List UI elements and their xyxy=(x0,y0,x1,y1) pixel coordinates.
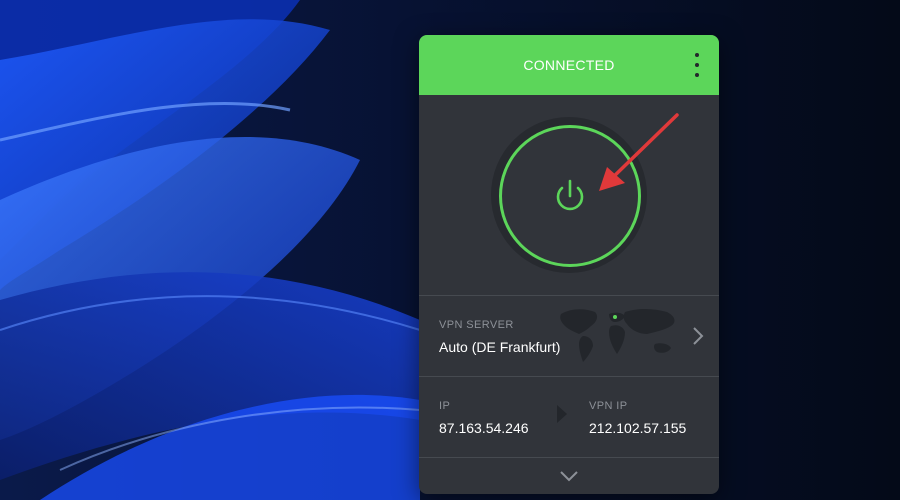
arrow-right-icon xyxy=(557,405,567,423)
expand-toggle[interactable] xyxy=(419,458,719,494)
world-map xyxy=(560,309,675,362)
vpn-app-window: CONNECTED VPN SERVER Auto (DE Frankfurt) xyxy=(419,35,719,494)
ip-value: 87.163.54.246 xyxy=(439,420,529,436)
status-header: CONNECTED xyxy=(419,35,719,95)
chevron-down-icon xyxy=(560,471,578,482)
vpn-server-label: VPN SERVER xyxy=(439,319,514,331)
connection-status: CONNECTED xyxy=(523,57,615,73)
power-area xyxy=(419,95,719,296)
chevron-right-icon xyxy=(693,327,704,345)
vpn-ip-value: 212.102.57.155 xyxy=(589,420,687,436)
ip-label: IP xyxy=(439,400,451,412)
vpn-server-value: Auto (DE Frankfurt) xyxy=(439,339,561,355)
vpn-ip-label: VPN IP xyxy=(589,400,628,412)
power-button[interactable] xyxy=(499,125,641,267)
more-vertical-icon[interactable] xyxy=(691,53,703,77)
power-icon xyxy=(556,179,584,211)
vpn-server-selector[interactable]: VPN SERVER Auto (DE Frankfurt) xyxy=(419,296,719,377)
ip-info: IP 87.163.54.246 VPN IP 212.102.57.155 xyxy=(419,377,719,458)
